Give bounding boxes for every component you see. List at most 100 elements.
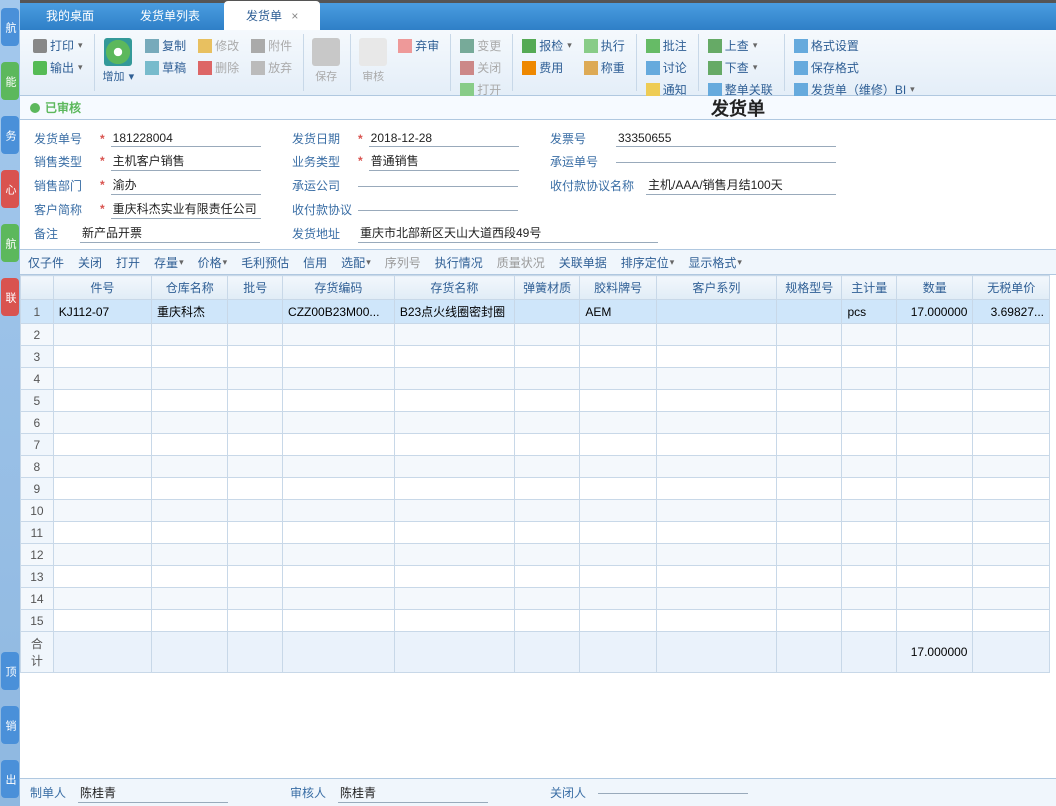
cust-value[interactable]: 重庆科杰实业有限责任公司 <box>111 199 261 219</box>
col-header-8[interactable]: 客户系列 <box>656 276 776 300</box>
filter-7[interactable]: 选配 ▾ <box>341 254 371 271</box>
print-button[interactable]: 打印▾ <box>30 36 86 55</box>
remark-value[interactable]: 新产品开票 <box>80 223 260 243</box>
col-header-12[interactable]: 无税单价 <box>973 276 1050 300</box>
save-button[interactable]: 保存 <box>310 36 342 86</box>
payagree-label: 收付款协议 <box>292 201 352 218</box>
table-row[interactable]: 10 <box>21 500 1050 522</box>
app-window: 航 能 务 心 航 联 顶 销 出 我的桌面 发货单列表 发货单 × 打印▾ 输… <box>0 0 1056 806</box>
saletype-value[interactable]: 主机客户销售 <box>111 151 261 171</box>
table-row[interactable]: 8 <box>21 456 1050 478</box>
payname-value[interactable]: 主机/AAA/销售月结100天 <box>646 175 836 195</box>
col-header-9[interactable]: 规格型号 <box>776 276 842 300</box>
nav-item-4[interactable]: 心 <box>1 170 19 208</box>
filter-4[interactable]: 价格 ▾ <box>198 254 228 271</box>
audit-button[interactable]: 审核 <box>357 36 389 86</box>
col-header-4[interactable]: 存货编码 <box>283 276 395 300</box>
discard-button[interactable]: 弃审 <box>395 36 442 55</box>
table-row[interactable]: 7 <box>21 434 1050 456</box>
filter-1[interactable]: 关闭 <box>78 254 102 271</box>
filter-3[interactable]: 存量 ▾ <box>154 254 184 271</box>
col-header-3[interactable]: 批号 <box>228 276 283 300</box>
tab-shiporder[interactable]: 发货单 × <box>224 1 320 30</box>
carrier-value[interactable] <box>358 184 518 187</box>
col-header-7[interactable]: 胶料牌号 <box>580 276 656 300</box>
down-button[interactable]: 下查▾ <box>705 58 776 77</box>
draft-button[interactable]: 草稿 <box>142 58 189 77</box>
shipno-value[interactable]: 181228004 <box>111 130 261 147</box>
payagree-value[interactable] <box>358 208 518 211</box>
filter-12[interactable]: 排序定位 ▾ <box>621 254 675 271</box>
filter-2[interactable]: 打开 <box>116 254 140 271</box>
discuss-button[interactable]: 讨论 <box>643 58 690 77</box>
filter-0[interactable]: 仅子件 <box>28 254 64 271</box>
approve-icon <box>646 39 660 53</box>
nav-item-8[interactable]: 销 <box>1 706 19 744</box>
filter-11[interactable]: 关联单据 <box>559 254 607 271</box>
nav-item-2[interactable]: 能 <box>1 62 19 100</box>
main-panel: 我的桌面 发货单列表 发货单 × 打印▾ 输出▾ 增加 ▾ 复制 草稿 <box>20 0 1056 806</box>
table-row[interactable]: 9 <box>21 478 1050 500</box>
tab-desktop[interactable]: 我的桌面 <box>24 1 116 30</box>
shipdate-value[interactable]: 2018-12-28 <box>369 130 519 147</box>
add-icon <box>104 38 132 66</box>
filter-9[interactable]: 执行情况 <box>435 254 483 271</box>
weigh-button[interactable]: 称重 <box>581 58 628 77</box>
invno-value[interactable]: 33350655 <box>616 130 836 147</box>
table-row[interactable]: 12 <box>21 544 1050 566</box>
save-icon <box>312 38 340 66</box>
nav-item-9[interactable]: 出 <box>1 760 19 798</box>
nav-item-7[interactable]: 顶 <box>1 652 19 690</box>
filter-13[interactable]: 显示格式 ▾ <box>688 254 742 271</box>
nav-item-1[interactable]: 航 <box>1 8 19 46</box>
close-icon[interactable]: × <box>291 9 298 23</box>
cost-button[interactable]: 费用 <box>519 58 575 77</box>
saveformat-button[interactable]: 保存格式 <box>791 58 918 77</box>
table-row[interactable]: 2 <box>21 324 1050 346</box>
table-row[interactable]: 15 <box>21 610 1050 632</box>
table-row[interactable]: 6 <box>21 412 1050 434</box>
saledept-value[interactable]: 渝办 <box>111 175 261 195</box>
export-button[interactable]: 输出▾ <box>30 58 86 77</box>
col-header-0[interactable] <box>21 276 54 300</box>
closer-label: 关闭人 <box>550 784 592 801</box>
nav-item-6[interactable]: 联 <box>1 278 19 316</box>
approve-button[interactable]: 批注 <box>643 36 690 55</box>
inspect-button[interactable]: 报检▾ <box>519 36 575 55</box>
attach-button: 附件 <box>248 36 295 55</box>
up-button[interactable]: 上查▾ <box>705 36 776 55</box>
biztype-value[interactable]: 普通销售 <box>369 151 519 171</box>
add-button[interactable]: 增加 ▾ <box>101 36 137 86</box>
filter-6[interactable]: 信用 <box>303 254 327 271</box>
col-header-10[interactable]: 主计量 <box>842 276 897 300</box>
table-row[interactable]: 13 <box>21 566 1050 588</box>
table-row[interactable]: 5 <box>21 390 1050 412</box>
data-grid[interactable]: 件号仓库名称批号存货编码存货名称弹簧材质胶料牌号客户系列规格型号主计量数量无税单… <box>20 275 1056 778</box>
table-row[interactable]: 4 <box>21 368 1050 390</box>
col-header-2[interactable]: 仓库名称 <box>152 276 228 300</box>
copy-button[interactable]: 复制 <box>142 36 189 55</box>
filter-5[interactable]: 毛利预估 <box>241 254 289 271</box>
cust-label: 客户简称 <box>34 201 94 218</box>
nav-item-5[interactable]: 航 <box>1 224 19 262</box>
execute-button[interactable]: 执行 <box>581 36 628 55</box>
table-row[interactable]: 11 <box>21 522 1050 544</box>
inspect-icon <box>522 39 536 53</box>
col-header-1[interactable]: 件号 <box>53 276 151 300</box>
table-row[interactable]: 3 <box>21 346 1050 368</box>
audit-icon <box>359 38 387 66</box>
col-header-11[interactable]: 数量 <box>897 276 973 300</box>
carrier-label: 承运公司 <box>292 177 352 194</box>
export-icon <box>33 61 47 75</box>
footer-bar: 制单人陈桂青 审核人陈桂青 关闭人 <box>20 778 1056 806</box>
table-row[interactable]: 14 <box>21 588 1050 610</box>
shipaddr-value[interactable]: 重庆市北部新区天山大道西段49号 <box>358 223 658 243</box>
status-dot-icon <box>30 103 40 113</box>
col-header-5[interactable]: 存货名称 <box>394 276 514 300</box>
carrierno-value[interactable] <box>616 160 836 163</box>
nav-item-3[interactable]: 务 <box>1 116 19 154</box>
col-header-6[interactable]: 弹簧材质 <box>514 276 580 300</box>
table-row[interactable]: 1KJ112-07重庆科杰CZZ00B23M00...B23点火线圈密封圈AEM… <box>21 300 1050 324</box>
tab-shiplist[interactable]: 发货单列表 <box>118 1 222 30</box>
format-button[interactable]: 格式设置 <box>791 36 918 55</box>
